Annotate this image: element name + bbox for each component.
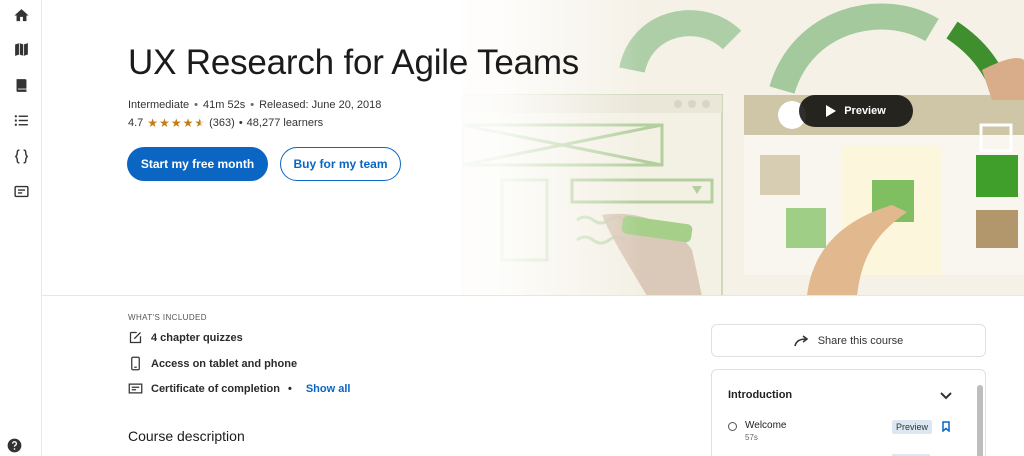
course-title: UX Research for Agile Teams xyxy=(128,43,580,82)
share-label: Share this course xyxy=(817,334,904,347)
meta-separator: • xyxy=(250,99,255,111)
course-hero: UX Research for Agile Teams Intermediate… xyxy=(42,0,1024,296)
left-rail xyxy=(0,0,42,456)
included-item: 4 chapter quizzes xyxy=(128,330,243,345)
included-item: Certificate of completion • Show all xyxy=(128,381,350,396)
share-course-button[interactable]: Share this course xyxy=(711,324,986,357)
share-arrow-icon xyxy=(793,334,809,346)
course-duration: 41m 52s xyxy=(203,99,246,111)
rail-messages-button[interactable] xyxy=(5,178,37,204)
meta-separator: • xyxy=(238,117,243,129)
rail-list-button[interactable] xyxy=(5,107,37,133)
toc-item-title: Welcome xyxy=(745,420,787,431)
chevron-down-icon[interactable] xyxy=(940,390,952,400)
included-item-text: Access on tablet and phone xyxy=(151,357,298,370)
star-icon: ★ xyxy=(170,116,182,130)
included-item-text: 4 chapter quizzes xyxy=(151,331,243,344)
course-release-date: Released: June 20, 2018 xyxy=(259,99,382,111)
code-braces-icon xyxy=(14,148,28,164)
phone-icon xyxy=(131,356,140,371)
preview-badge[interactable]: Preview xyxy=(892,420,933,434)
rail-code-button[interactable] xyxy=(5,143,37,169)
list-icon xyxy=(14,114,28,126)
bookmark-icon[interactable] xyxy=(942,421,950,432)
course-level: Intermediate xyxy=(128,99,190,111)
map-icon xyxy=(14,42,28,56)
message-box-icon xyxy=(13,185,29,197)
preview-label: Preview xyxy=(844,105,886,117)
rail-library-button[interactable] xyxy=(5,72,37,98)
rating-count: (363) xyxy=(209,117,235,129)
rail-home-button[interactable] xyxy=(5,2,37,28)
chapter-title[interactable]: Introduction xyxy=(728,389,792,401)
meta-separator: • xyxy=(287,382,292,395)
star-icon: ★ xyxy=(159,116,170,130)
star-icon: ★ xyxy=(182,116,194,130)
course-description-heading: Course description xyxy=(128,428,245,444)
certificate-icon xyxy=(128,383,143,394)
whats-included-label: WHAT'S INCLUDED xyxy=(128,313,207,322)
star-half-icon: ★ xyxy=(194,116,206,130)
toc-item[interactable]: Welcome 57s xyxy=(728,420,787,442)
rail-map-button[interactable] xyxy=(5,36,37,62)
book-icon xyxy=(16,78,26,92)
star-icon: ★ xyxy=(147,116,159,130)
learner-count: 48,277 learners xyxy=(246,117,324,129)
table-of-contents: Introduction Welcome 57s Preview xyxy=(711,369,986,456)
rating-stars: ★ ★ ★ ★ ★ xyxy=(147,117,205,129)
rating-value: 4.7 xyxy=(128,117,144,129)
preview-button[interactable]: Preview xyxy=(799,95,913,127)
help-circle-icon[interactable] xyxy=(7,438,22,453)
buy-for-team-button[interactable]: Buy for my team xyxy=(280,147,401,181)
included-item-text: Certificate of completion xyxy=(151,382,280,395)
start-free-month-button[interactable]: Start my free month xyxy=(127,147,268,181)
course-rating: 4.7 ★ ★ ★ ★ ★ (363) • 48,277 learners xyxy=(128,117,323,129)
toc-item-duration: 57s xyxy=(745,433,758,442)
toc-scrollbar[interactable] xyxy=(977,385,983,456)
course-meta: Intermediate • 41m 52s • Released: June … xyxy=(128,99,381,111)
show-all-link[interactable]: Show all xyxy=(306,383,351,395)
play-icon xyxy=(826,105,837,117)
included-item: Access on tablet and phone xyxy=(128,356,297,371)
meta-separator: • xyxy=(194,99,199,111)
completion-circle-icon xyxy=(728,422,737,431)
home-icon xyxy=(13,8,29,21)
edit-icon xyxy=(129,331,142,344)
